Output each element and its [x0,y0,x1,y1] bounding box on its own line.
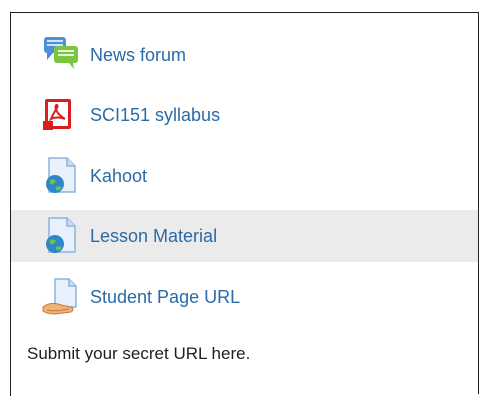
activity-label[interactable]: SCI151 syllabus [90,105,220,126]
url-icon [41,216,81,256]
assignment-icon [41,277,81,317]
activity-label[interactable]: News forum [90,45,186,66]
url-icon [41,156,81,196]
activity-sci151-syllabus[interactable]: SCI151 syllabus [11,89,478,141]
activity-kahoot[interactable]: Kahoot [11,150,478,202]
activity-news-forum[interactable]: News forum [11,29,478,81]
forum-icon [41,35,81,75]
activity-student-page-url[interactable]: Student Page URL [11,271,478,323]
activity-label[interactable]: Student Page URL [90,287,240,308]
activity-description: Submit your secret URL here. [27,344,251,363]
activity-label[interactable]: Kahoot [90,166,147,187]
activity-label[interactable]: Lesson Material [90,226,217,247]
activity-lesson-material[interactable]: Lesson Material [11,210,478,262]
pdf-icon [41,95,81,135]
frame-right-edge [478,12,479,394]
